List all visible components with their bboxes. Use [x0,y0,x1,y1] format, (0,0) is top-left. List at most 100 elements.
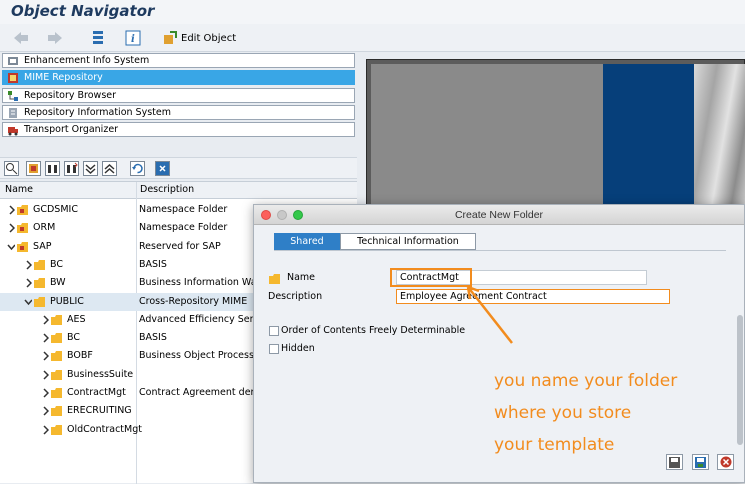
chevron-right-icon[interactable] [7,205,15,215]
folder-icon [269,274,280,284]
chevron-right-icon[interactable] [24,278,32,288]
info-icon: i [125,30,141,46]
nav-item-transport-organizer[interactable]: Transport Organizer [2,122,355,137]
forward-button[interactable] [46,28,64,48]
close-panel-icon[interactable] [155,161,170,176]
name-highlight-box [390,268,472,287]
nav-item-label: MIME Repository [24,72,103,83]
tree-row-name: OldContractMgt [67,423,142,435]
preview-image [366,59,745,210]
refresh-icon[interactable] [130,161,145,176]
scrollbar[interactable] [737,315,743,445]
chevron-right-icon[interactable] [41,388,49,398]
namespace-folder-icon [17,241,28,252]
minimize-window-icon[interactable] [277,210,287,220]
save-icon[interactable] [666,454,683,470]
tree-header: Name Description [0,182,357,199]
binoculars-next-icon[interactable] [64,161,79,176]
transport-icon [6,124,20,136]
annotation-line: where you store [494,403,632,423]
namespace-folder-icon [17,205,28,215]
tree-row-description: Contract Agreement der [139,387,254,398]
expand-all-icon[interactable] [83,161,98,176]
svg-text:i: i [131,34,135,45]
tree-row-name: BOBF [67,350,93,362]
arrow-right-icon [48,32,62,44]
annotation-line: you name your folder [494,371,678,391]
folder-icon [51,369,62,380]
chevron-right-icon[interactable] [24,260,32,270]
tree-row-name: BW [50,277,66,289]
close-window-icon[interactable] [261,210,271,220]
folder-icon [34,278,45,289]
create-folder-dialog: Create New Folder Shared Technical Infor… [253,204,745,483]
order-checkbox[interactable] [269,326,279,336]
collapse-all-icon[interactable] [102,161,117,176]
nav-item-label: Repository Information System [24,107,171,118]
chevron-down-icon[interactable] [7,242,15,252]
order-label: Order of Contents Freely Determinable [281,325,466,336]
tree-row-description: Business Information Wa [139,277,254,289]
tab-shared[interactable]: Shared [274,233,340,250]
find-icon[interactable] [4,161,19,176]
folder-icon [51,406,62,417]
folder-icon [51,314,62,325]
tree-row-name: PUBLIC [50,295,84,307]
dialog-title: Create New Folder [254,205,744,225]
chevron-right-icon[interactable] [41,406,49,416]
nav-item-mime-repository[interactable]: MIME Repository [2,70,355,85]
binoculars-icon[interactable] [45,161,60,176]
main-toolbar: i Edit Object [0,24,745,52]
folder-icon [51,424,62,435]
tree-row-name: ContractMgt [67,387,126,398]
hierarchy-button[interactable] [90,28,106,48]
name-label: Name [287,272,316,283]
back-button[interactable] [12,28,30,48]
zoom-window-icon[interactable] [293,210,303,220]
column-name-header[interactable]: Name [5,184,33,195]
dialog-tabs: Shared Technical Information [274,233,476,250]
repository-browser-icon [6,90,20,102]
tree-row-name: AES [67,313,86,325]
app-title: Object Navigator [0,0,745,24]
column-description-header[interactable]: Description [140,184,194,195]
edit-object-button[interactable]: Edit Object [162,28,236,48]
nav-item-enhancement[interactable]: Enhancement Info System [2,53,355,68]
tree-row-description: Cross-Repository MIME [139,295,248,307]
mime-icon [6,72,20,84]
tree-row-description: Namespace Folder [139,204,228,215]
folder-icon [51,351,62,362]
cancel-icon[interactable] [717,454,734,470]
chevron-right-icon[interactable] [41,333,49,343]
enhancement-icon [6,55,20,67]
chevron-right-icon[interactable] [41,370,49,380]
info-button[interactable]: i [125,28,141,48]
hidden-checkbox[interactable] [269,344,279,354]
nav-item-label: Enhancement Info System [24,55,150,66]
tree-row-name: BC [50,258,63,270]
tree-row-name: BC [67,332,80,344]
hierarchy-icon [93,31,103,44]
display-object-icon[interactable] [26,161,41,176]
tree-row-name: ORM [33,222,56,234]
chevron-right-icon[interactable] [41,351,49,361]
info-system-icon [6,107,20,119]
folder-icon [51,333,62,344]
folder-icon [34,296,45,307]
chevron-right-icon[interactable] [41,425,49,435]
nav-item-repository-browser[interactable]: Repository Browser [2,88,355,103]
chevron-right-icon[interactable] [41,315,49,325]
tree-row-description: Advanced Efficiency Serv [139,313,254,325]
description-field[interactable]: Employee Agreement Contract [396,289,670,304]
folder-icon [51,388,62,398]
edit-object-label: Edit Object [181,32,237,44]
chevron-right-icon[interactable] [7,223,15,233]
tab-technical-information[interactable]: Technical Information [340,233,476,250]
arrow-left-icon [14,32,28,44]
nav-item-label: Transport Organizer [24,124,119,135]
nav-item-repository-info[interactable]: Repository Information System [2,105,355,120]
tree-row-name: GCDSMIC [33,204,78,215]
tree-row-name: SAP [33,240,52,252]
save-as-icon[interactable] [692,454,709,470]
chevron-down-icon[interactable] [24,297,32,307]
